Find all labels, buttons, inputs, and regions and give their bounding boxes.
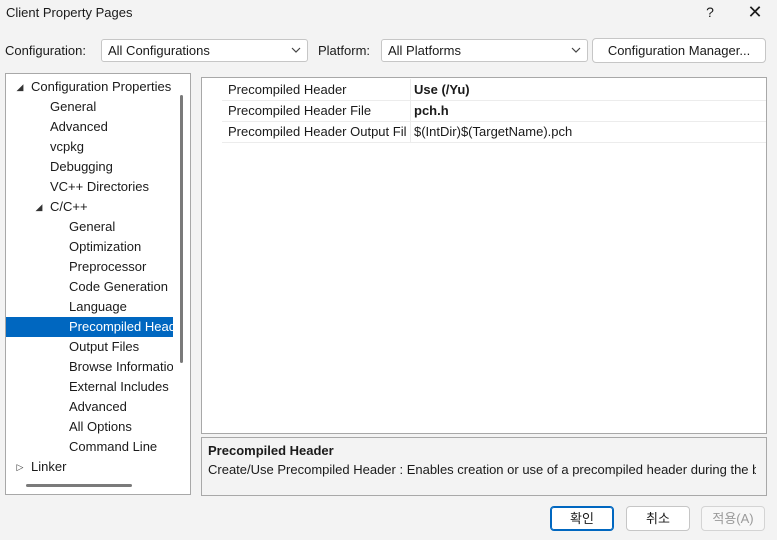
column-divider bbox=[410, 121, 411, 142]
tree-item-advanced[interactable]: Advanced bbox=[6, 117, 173, 137]
chevron-down-icon bbox=[291, 47, 301, 53]
tree-item-precompiled-headers[interactable]: Precompiled Headers bbox=[6, 317, 173, 337]
column-divider bbox=[410, 100, 411, 121]
tree-item-general[interactable]: General bbox=[6, 217, 173, 237]
property-grid[interactable]: Precompiled Header Use (/Yu) Precompiled H… bbox=[201, 77, 767, 434]
description-text: Create/Use Precompiled Header : Enables … bbox=[208, 462, 756, 477]
tree-item-label: Precompiled Headers bbox=[69, 319, 173, 334]
tree-item-label: Preprocessor bbox=[69, 259, 147, 274]
configuration-select-value: All Configurations bbox=[108, 43, 210, 58]
description-title: Precompiled Header bbox=[208, 443, 334, 458]
property-name: Precompiled Header File bbox=[228, 103, 372, 118]
tree-item-label: External Includes bbox=[69, 379, 169, 394]
tree-item-label: VC++ Directories bbox=[50, 179, 149, 194]
title-bar: Client Property Pages ? ✕ bbox=[0, 0, 777, 26]
platform-label: Platform: bbox=[318, 43, 371, 58]
property-row[interactable]: Precompiled Header Use (/Yu) bbox=[222, 79, 766, 101]
tree-item-label: Language bbox=[69, 299, 127, 314]
tree-vertical-scrollbar[interactable] bbox=[180, 95, 183, 363]
tree-item-label: General bbox=[69, 219, 116, 234]
tree-item-browse-information[interactable]: Browse Information bbox=[6, 357, 173, 377]
tree-item-vc-directories[interactable]: VC++ Directories bbox=[6, 177, 173, 197]
tree-item-label: Optimization bbox=[69, 239, 142, 254]
tree-item-label: Configuration Properties bbox=[31, 79, 172, 94]
tree-item-linker[interactable]: ▷ Linker bbox=[6, 457, 173, 477]
property-tree[interactable]: ◢ Configuration Properties General Advanced… bbox=[5, 73, 191, 495]
tree-item-command-line[interactable]: Command Line bbox=[6, 437, 173, 457]
platform-select-value: All Platforms bbox=[388, 43, 461, 58]
property-name: Precompiled Header Output File bbox=[228, 124, 406, 139]
property-value[interactable]: pch.h bbox=[414, 103, 449, 118]
configuration-label: Configuration: bbox=[5, 43, 86, 58]
tree-item-c-c[interactable]: ◢ C/C++ bbox=[6, 197, 173, 217]
expanded-arrow-icon[interactable]: ◢ bbox=[34, 197, 44, 217]
property-value[interactable]: Use (/Yu) bbox=[414, 82, 470, 97]
tree-item-label: Command Line bbox=[69, 439, 158, 454]
tree-item-label: Advanced bbox=[69, 399, 127, 414]
tree-item-debugging[interactable]: Debugging bbox=[6, 157, 173, 177]
property-row[interactable]: Precompiled Header Output File $(IntDir)$… bbox=[222, 121, 766, 143]
close-button[interactable]: ✕ bbox=[742, 2, 768, 24]
help-button[interactable]: ? bbox=[699, 2, 721, 24]
tree-item-optimization[interactable]: Optimization bbox=[6, 237, 173, 257]
tree-item-label: Advanced bbox=[50, 119, 108, 134]
chevron-down-icon bbox=[571, 47, 581, 53]
tree-horizontal-scrollbar[interactable] bbox=[26, 484, 132, 487]
configuration-manager-button[interactable]: Configuration Manager... bbox=[592, 38, 766, 63]
tree-item-language[interactable]: Language bbox=[6, 297, 173, 317]
tree-item-configuration-properties[interactable]: ◢ Configuration Properties bbox=[6, 77, 173, 97]
tree-item-preprocessor[interactable]: Preprocessor bbox=[6, 257, 173, 277]
window-title: Client Property Pages bbox=[6, 5, 133, 20]
platform-select[interactable]: All Platforms bbox=[381, 39, 588, 62]
ok-button[interactable]: 확인 bbox=[550, 506, 614, 531]
tree-item-label: All Options bbox=[69, 419, 132, 434]
tree-item-label: Linker bbox=[31, 459, 67, 474]
expanded-arrow-icon[interactable]: ◢ bbox=[15, 77, 25, 97]
property-name: Precompiled Header bbox=[228, 82, 347, 97]
tree-item-vcpkg[interactable]: vcpkg bbox=[6, 137, 173, 157]
column-divider bbox=[410, 79, 411, 100]
tree-item-output-files[interactable]: Output Files bbox=[6, 337, 173, 357]
apply-button[interactable]: 적용(A) bbox=[701, 506, 765, 531]
cancel-button[interactable]: 취소 bbox=[626, 506, 690, 531]
description-panel: Precompiled Header Create/Use Precompile… bbox=[201, 437, 767, 496]
tree-item-label: C/C++ bbox=[50, 199, 88, 214]
tree-item-general[interactable]: General bbox=[6, 97, 173, 117]
tree-item-advanced[interactable]: Advanced bbox=[6, 397, 173, 417]
configuration-select[interactable]: All Configurations bbox=[101, 39, 308, 62]
tree-item-label: Debugging bbox=[50, 159, 113, 174]
tree-item-external-includes[interactable]: External Includes bbox=[6, 377, 173, 397]
tree-item-label: Output Files bbox=[69, 339, 140, 354]
tree-item-all-options[interactable]: All Options bbox=[6, 417, 173, 437]
collapsed-arrow-icon[interactable]: ▷ bbox=[15, 457, 25, 477]
tree-item-label: General bbox=[50, 99, 97, 114]
tree-item-label: vcpkg bbox=[50, 139, 84, 154]
tree-item-label: Browse Information bbox=[69, 359, 173, 374]
tree-item-code-generation[interactable]: Code Generation bbox=[6, 277, 173, 297]
property-value[interactable]: $(IntDir)$(TargetName).pch bbox=[414, 124, 572, 139]
property-row[interactable]: Precompiled Header File pch.h bbox=[222, 100, 766, 122]
tree-item-label: Code Generation bbox=[69, 279, 169, 294]
